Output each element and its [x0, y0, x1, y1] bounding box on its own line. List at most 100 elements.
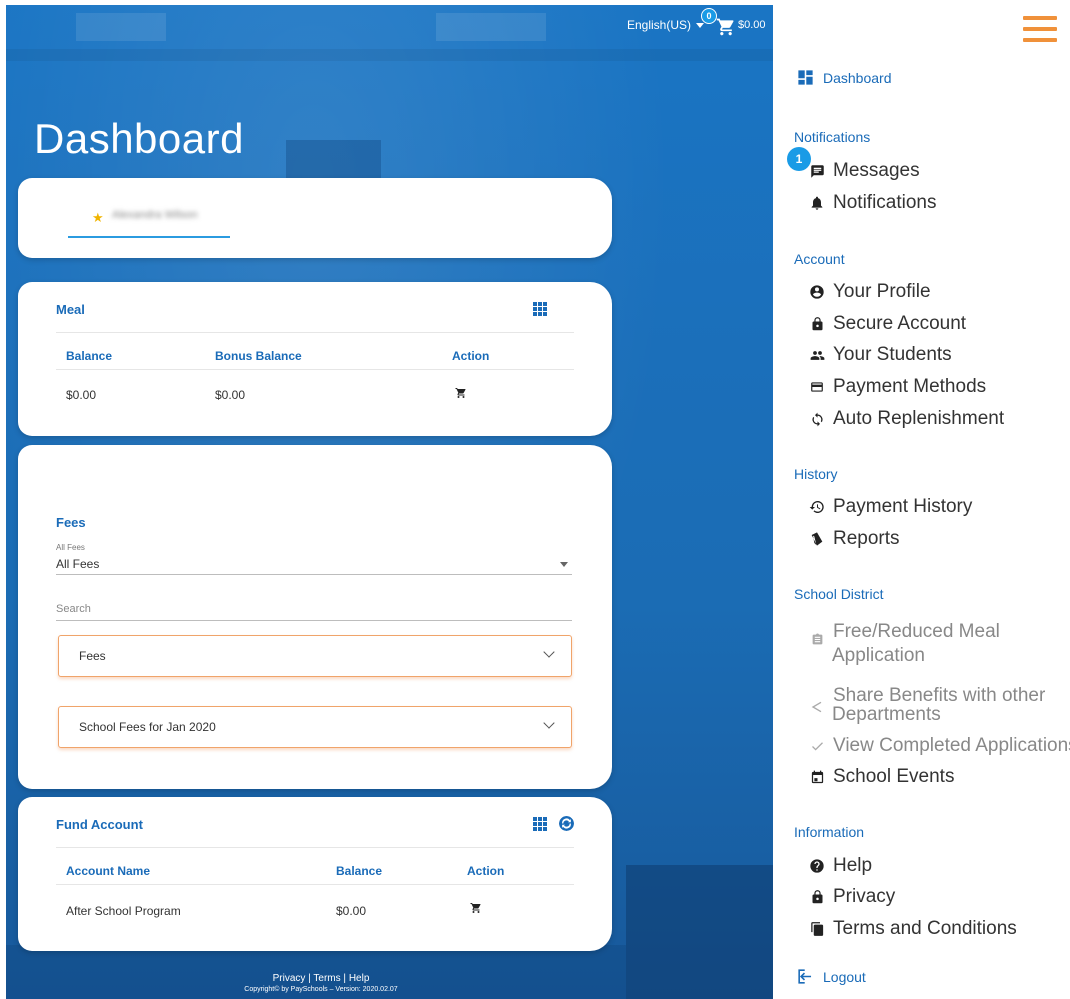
column-header-account-name: Account Name	[66, 864, 151, 878]
history-icon	[808, 498, 826, 516]
section-title-information: Information	[794, 824, 865, 840]
chevron-down-icon	[543, 717, 555, 729]
footer-terms-link[interactable]: Terms	[313, 973, 340, 984]
divider	[56, 847, 574, 848]
sidebar-item-label: Secure Account	[833, 313, 967, 334]
logout-icon	[798, 969, 812, 984]
accordion-label: School Fees for Jan 2020	[79, 720, 216, 734]
sidebar-item-messages[interactable]: Messages	[808, 160, 920, 182]
account-name-value: After School Program	[66, 904, 181, 918]
section-title-notifications: Notifications	[794, 129, 871, 145]
footer: Privacy | Terms | Help Copyright© by Pay…	[6, 973, 636, 993]
sidebar-item-help[interactable]: Help	[808, 855, 872, 877]
students-icon	[808, 346, 826, 364]
section-title-school-district: School District	[794, 586, 884, 602]
sidebar-item-label: Messages	[833, 160, 920, 181]
cart-icon[interactable]	[716, 17, 736, 37]
sidebar-item-label: Terms and Conditions	[833, 918, 1017, 939]
accordion-label: Fees	[79, 649, 106, 663]
sidebar-item-label: Free/Reduced Meal	[833, 621, 1000, 642]
main-content: English(US) 0 $0.00 Dashboard ★ Alexandr…	[6, 5, 773, 999]
sidebar-item-terms[interactable]: Terms and Conditions	[808, 918, 1017, 940]
sidebar-item-label: Notifications	[833, 192, 937, 213]
caret-down-icon	[696, 23, 705, 29]
column-header-bonus-balance: Bonus Balance	[215, 349, 302, 363]
star-icon: ★	[92, 210, 104, 225]
document-icon	[808, 920, 826, 938]
add-to-cart-icon[interactable]	[470, 902, 482, 914]
meal-balance-value: $0.00	[66, 388, 97, 402]
footer-separator: |	[308, 973, 311, 984]
column-header-balance: Balance	[66, 349, 113, 363]
sidebar-item-auto-replenishment[interactable]: Auto Replenishment	[808, 408, 1004, 430]
sidebar-item-label-line2: Departments	[832, 704, 941, 725]
footer-help-link[interactable]: Help	[349, 973, 370, 984]
fund-account-title: Fund Account	[56, 817, 143, 832]
footer-privacy-link[interactable]: Privacy	[273, 973, 306, 984]
clipboard-icon	[808, 630, 826, 648]
cart-total: $0.00	[738, 19, 766, 31]
section-title-history: History	[794, 466, 838, 482]
column-header-action: Action	[452, 349, 490, 363]
sidebar-item-reports[interactable]: Reports	[808, 528, 900, 550]
sync-icon	[808, 410, 826, 428]
fees-title: Fees	[56, 515, 86, 530]
background-beam	[6, 49, 773, 61]
student-card: ★ Alexandra Wilson	[18, 178, 612, 258]
sidebar-item-your-students[interactable]: Your Students	[808, 344, 952, 366]
fees-accordion[interactable]: Fees	[58, 635, 572, 677]
refresh-circle-icon[interactable]	[559, 816, 574, 831]
sidebar-item-payment-history[interactable]: Payment History	[808, 496, 972, 518]
cart-count-badge: 0	[701, 8, 717, 24]
sidebar-item-label: Your Students	[833, 344, 952, 365]
background-desk	[626, 865, 773, 999]
credit-card-icon	[808, 378, 826, 396]
student-tab[interactable]: ★ Alexandra Wilson	[68, 200, 230, 238]
calendar-icon	[808, 768, 826, 786]
chevron-down-icon	[543, 646, 555, 658]
hamburger-menu-icon[interactable]	[1023, 16, 1057, 44]
section-title-account: Account	[794, 251, 845, 267]
sidebar-item-logout[interactable]: Logout	[796, 967, 866, 986]
select-underline	[56, 574, 572, 575]
sidebar-item-label: View Completed Applications	[833, 735, 1070, 756]
sidebar-item-secure-account[interactable]: Secure Account	[808, 313, 966, 335]
search-underline	[56, 620, 572, 621]
grid-icon[interactable]	[533, 817, 547, 831]
sidebar-item-dashboard[interactable]: Dashboard	[796, 68, 892, 87]
sidebar-item-label: Your Profile	[833, 281, 931, 302]
sidebar-item-label: Reports	[833, 528, 900, 549]
account-balance-value: $0.00	[336, 904, 367, 918]
sidebar-item-view-completed[interactable]: View Completed Applications	[808, 735, 1070, 757]
sidebar-item-your-profile[interactable]: Your Profile	[808, 281, 931, 303]
sidebar-item-label-line2: Application	[832, 645, 925, 666]
fees-filter-value: All Fees	[56, 557, 100, 571]
student-name: Alexandra Wilson	[112, 209, 198, 221]
sidebar-item-label: Payment History	[833, 496, 973, 517]
divider	[56, 369, 574, 370]
add-to-cart-icon[interactable]	[455, 387, 467, 399]
caret-down-icon	[560, 562, 568, 567]
help-icon	[808, 857, 826, 875]
fund-account-card: Fund Account Account Name Balance Action…	[18, 797, 612, 951]
bell-icon	[808, 194, 826, 212]
footer-separator: |	[343, 973, 347, 984]
page-title: Dashboard	[34, 115, 244, 162]
sidebar-item-label: Help	[833, 855, 873, 876]
grid-icon[interactable]	[533, 302, 547, 316]
check-icon	[808, 737, 826, 755]
column-header-balance: Balance	[336, 864, 383, 878]
school-fees-jan-accordion[interactable]: School Fees for Jan 2020	[58, 706, 572, 748]
sidebar-item-label: Privacy	[833, 886, 896, 907]
lock-icon	[808, 315, 826, 333]
sidebar-item-school-events[interactable]: School Events	[808, 766, 954, 788]
sidebar-item-label: Auto Replenishment	[833, 408, 1005, 429]
sidebar-item-privacy[interactable]: Privacy	[808, 886, 895, 908]
sidebar-item-payment-methods[interactable]: Payment Methods	[808, 376, 986, 398]
lock-icon	[808, 888, 826, 906]
sidebar-item-notifications[interactable]: Notifications	[808, 192, 937, 214]
language-selector[interactable]: English(US)	[627, 18, 705, 32]
divider	[56, 884, 574, 885]
column-header-action: Action	[467, 864, 505, 878]
meal-bonus-balance-value: $0.00	[215, 388, 246, 402]
